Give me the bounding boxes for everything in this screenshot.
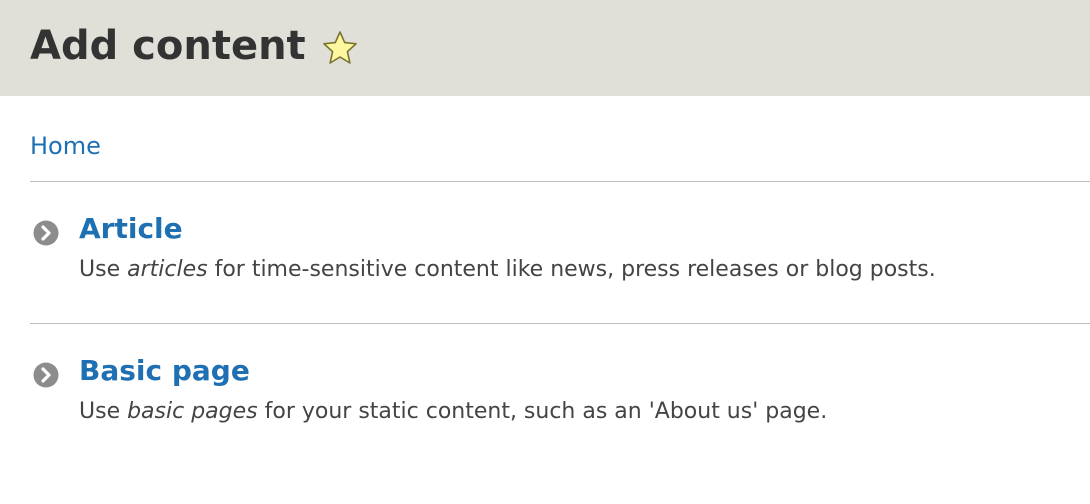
description-emphasis: basic pages [127,399,258,424]
content-type-link-article[interactable]: Article [79,212,1090,246]
main-content: Home Article Use articles for time-sensi… [0,96,1090,466]
content-type-list: Article Use articles for time-sensitive … [30,182,1090,466]
page-header: Add content [0,0,1090,96]
chevron-right-circle-icon [33,362,59,388]
description-text: Use [79,399,128,424]
star-icon[interactable] [322,30,358,66]
description-emphasis: articles [127,257,208,282]
page-title: Add content [30,23,306,69]
content-type-description: Use articles for time-sensitive content … [79,255,1090,285]
list-item: Basic page Use basic pages for your stat… [30,324,1090,466]
breadcrumb: Home [30,96,1090,182]
description-text: for your static content, such as an 'Abo… [257,399,828,424]
breadcrumb-home-link[interactable]: Home [30,132,101,160]
content-type-link-basic-page[interactable]: Basic page [79,354,1090,388]
content-type-description: Use basic pages for your static content,… [79,397,1090,427]
chevron-right-circle-icon [33,220,59,246]
description-text: for time-sensitive content like news, pr… [207,257,936,282]
description-text: Use [79,257,128,282]
list-item: Article Use articles for time-sensitive … [30,182,1090,324]
